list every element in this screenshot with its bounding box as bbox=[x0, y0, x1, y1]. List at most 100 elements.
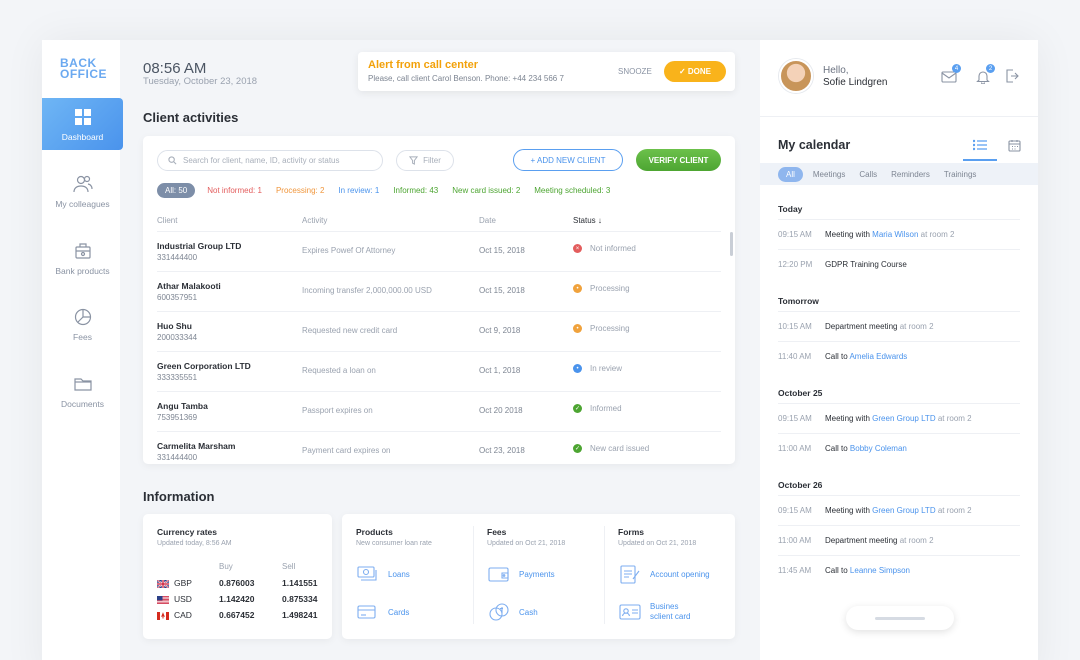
products-title: Products bbox=[356, 527, 393, 537]
tab-reminders[interactable]: Reminders bbox=[891, 170, 930, 179]
sidebar-item-colleagues[interactable]: My colleagues bbox=[42, 165, 123, 217]
event-location: at room 2 bbox=[899, 322, 934, 331]
app-window: BACK OFFICE Dashboard My colleagues Bank… bbox=[42, 40, 1038, 660]
calendar-event[interactable]: 09:15 AM Meeting with Green Group LTD at … bbox=[778, 495, 1020, 524]
chip-meeting-scheduled[interactable]: Meeting scheduled: 3 bbox=[534, 186, 610, 195]
messages-badge: 4 bbox=[952, 64, 961, 73]
column-client[interactable]: Client bbox=[157, 216, 177, 225]
event-title: Meeting with bbox=[825, 230, 870, 239]
event-time: 09:15 AM bbox=[778, 506, 812, 515]
snooze-button[interactable]: SNOOZE bbox=[618, 67, 652, 76]
chip-in-review[interactable]: In review: 1 bbox=[338, 186, 379, 195]
client-id: 333335551 bbox=[157, 373, 198, 382]
fees-title: Fees bbox=[487, 527, 507, 537]
status-cell: • In review bbox=[573, 364, 622, 373]
table-scrollbar[interactable] bbox=[730, 232, 733, 256]
forms-title: Forms bbox=[618, 527, 644, 537]
coins-icon bbox=[487, 601, 511, 623]
calendar-event[interactable]: 09:15 AM Meeting with Green Group LTD at … bbox=[778, 403, 1020, 432]
status-filter-chips: All: 50 Not informed: 1 Processing: 2 In… bbox=[157, 183, 624, 198]
chip-processing[interactable]: Processing: 2 bbox=[276, 186, 324, 195]
status-dot-icon: • bbox=[573, 364, 582, 373]
chip-informed[interactable]: Informed: 43 bbox=[393, 186, 438, 195]
sidebar-item-bank-products[interactable]: Bank products bbox=[42, 232, 123, 284]
tab-calls[interactable]: Calls bbox=[859, 170, 877, 179]
messages-button[interactable]: 4 bbox=[940, 64, 961, 85]
business-client-card-link[interactable]: Busines sclient card bbox=[618, 601, 690, 623]
done-button[interactable]: ✓ DONE bbox=[664, 61, 726, 82]
cards-link[interactable]: Cards bbox=[356, 601, 409, 623]
event-person-link[interactable]: Maria Wilson bbox=[872, 230, 918, 239]
status-cell: ✓ Informed bbox=[573, 404, 622, 413]
loans-link[interactable]: Loans bbox=[356, 563, 410, 585]
client-id: 600357951 bbox=[157, 293, 198, 302]
table-row[interactable]: Angu Tamba 753951369 Passport expires on Oc… bbox=[157, 391, 721, 431]
activity-text: Requested new credit card bbox=[302, 326, 398, 335]
table-row[interactable]: Green Corporation LTD 333335551 Requested … bbox=[157, 351, 721, 391]
chip-not-informed[interactable]: Not informed: 1 bbox=[207, 186, 262, 195]
calendar-event[interactable]: 10:15 AM Department meeting at room 2 bbox=[778, 311, 1020, 340]
alert-title: Alert from call center bbox=[368, 59, 479, 71]
account-opening-link[interactable]: Account opening bbox=[618, 563, 710, 585]
calendar-event[interactable]: 12:20 PM GDPR Training Course bbox=[778, 249, 1020, 278]
activity-date: Oct 23, 2018 bbox=[479, 446, 525, 455]
card-icon bbox=[356, 601, 380, 623]
sidebar-item-documents[interactable]: Documents bbox=[42, 365, 123, 417]
tab-all[interactable]: All bbox=[778, 166, 803, 182]
list-view-button[interactable] bbox=[972, 137, 988, 153]
sidebar-item-fees[interactable]: Fees bbox=[42, 298, 123, 350]
payments-link[interactable]: Payments bbox=[487, 563, 555, 585]
calendar-view-button[interactable] bbox=[1006, 137, 1022, 153]
event-person-link[interactable]: Amelia Edwards bbox=[849, 352, 907, 361]
sell-rate: 1.141551 bbox=[282, 578, 318, 588]
greeting: Hello, bbox=[823, 65, 849, 76]
chip-all[interactable]: All: 50 bbox=[157, 183, 196, 198]
add-new-client-button[interactable]: + ADD NEW CLIENT bbox=[513, 149, 623, 171]
chip-new-card-issued[interactable]: New card issued: 2 bbox=[452, 186, 520, 195]
event-title: Meeting with bbox=[825, 506, 870, 515]
calendar-event[interactable]: 09:15 AM Meeting with Maria Wilson at roo… bbox=[778, 219, 1020, 248]
calendar-event[interactable]: 11:00 AM Call to Bobby Coleman bbox=[778, 433, 1020, 462]
user-name: Sofie Lindgren bbox=[823, 77, 888, 88]
cash-link[interactable]: Cash bbox=[487, 601, 538, 623]
avatar[interactable] bbox=[779, 59, 813, 93]
event-person-link[interactable]: Green Group LTD bbox=[872, 506, 935, 515]
event-person-link[interactable]: Leanne Simpson bbox=[850, 566, 910, 575]
event-person-link[interactable]: Bobby Coleman bbox=[850, 444, 907, 453]
sidebar-item-dashboard[interactable]: Dashboard bbox=[42, 98, 123, 150]
search-input[interactable]: Search for client, name, ID, activity or… bbox=[157, 150, 383, 171]
table-row[interactable]: Huo Shu 200033344 Requested new credit car… bbox=[157, 311, 721, 351]
canada-flag-icon bbox=[157, 612, 169, 620]
logout-button[interactable] bbox=[1003, 67, 1021, 85]
client-id: 331444400 bbox=[157, 253, 198, 262]
client-name: Industrial Group LTD bbox=[157, 241, 242, 251]
logo[interactable]: BACK OFFICE bbox=[60, 57, 110, 80]
form-icon bbox=[618, 563, 642, 585]
currency-code: CAD bbox=[174, 610, 192, 620]
calendar-event[interactable]: 11:40 AM Call to Amelia Edwards bbox=[778, 341, 1020, 370]
event-time: 11:00 AM bbox=[778, 536, 812, 545]
verify-client-button[interactable]: VERIFY CLIENT bbox=[636, 149, 721, 171]
column-date[interactable]: Date bbox=[479, 216, 496, 225]
current-date: Tuesday, October 23, 2018 bbox=[143, 76, 258, 87]
load-more-button[interactable] bbox=[846, 606, 954, 630]
calendar-day-heading: October 25 bbox=[778, 388, 823, 398]
table-row[interactable]: Carmelita Marsham 331444400 Payment card e… bbox=[157, 431, 721, 471]
activity-date: Oct 20 2018 bbox=[479, 406, 523, 415]
calendar-event[interactable]: 11:00 AM Department meeting at room 2 bbox=[778, 525, 1020, 554]
filter-icon bbox=[409, 156, 419, 165]
column-status[interactable]: Status ↓ bbox=[573, 216, 602, 225]
table-row[interactable]: Industrial Group LTD 331444400 Expires Pow… bbox=[157, 231, 721, 271]
table-row[interactable]: Athar Malakooti 600357951 Incoming transfe… bbox=[157, 271, 721, 311]
tab-trainings[interactable]: Trainings bbox=[944, 170, 977, 179]
column-activity[interactable]: Activity bbox=[302, 216, 327, 225]
event-title: Department meeting bbox=[825, 536, 898, 545]
calendar-event[interactable]: 11:45 AM Call to Leanne Simpson bbox=[778, 555, 1020, 584]
client-name: Angu Tamba bbox=[157, 401, 208, 411]
event-person-link[interactable]: Green Group LTD bbox=[872, 414, 935, 423]
currency-code: USD bbox=[174, 594, 192, 604]
tab-meetings[interactable]: Meetings bbox=[813, 170, 845, 179]
filter-button[interactable]: Filter bbox=[396, 150, 454, 171]
notifications-button[interactable]: 2 bbox=[974, 64, 995, 85]
event-time: 09:15 AM bbox=[778, 230, 812, 239]
